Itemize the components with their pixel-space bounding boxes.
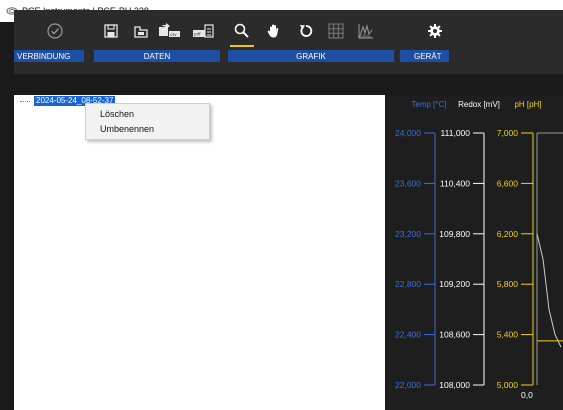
settings-gear-icon[interactable] — [422, 18, 448, 44]
tick-label: 6,600 — [497, 178, 519, 188]
context-menu: Löschen Umbenennen — [85, 103, 210, 140]
x-tick-label: 0,0 — [521, 390, 533, 400]
pan-hand-icon[interactable] — [261, 18, 287, 44]
group-label-device: GERÄT — [400, 50, 449, 62]
svg-text:pdf: pdf — [194, 32, 201, 37]
tick-label: 5,400 — [497, 330, 519, 340]
tick-label: 108,600 — [439, 330, 470, 340]
tick-label: 23,600 — [395, 178, 421, 188]
save-icon[interactable] — [98, 18, 124, 44]
tick-label: 5,000 — [497, 380, 519, 390]
axis-label-1: Redox [mV] — [458, 100, 500, 109]
menu-item-delete[interactable]: Löschen — [86, 107, 209, 122]
export-pdf-icon[interactable]: pdf — [188, 18, 218, 44]
tick-label: 108,000 — [439, 380, 470, 390]
tick-label: 111,000 — [441, 128, 471, 138]
zoom-icon[interactable] — [229, 18, 255, 47]
tick-label: 6,200 — [497, 229, 519, 239]
tick-label: 7,000 — [497, 128, 519, 138]
tick-label: 5,800 — [497, 279, 519, 289]
group-label-data: DATEN — [94, 50, 220, 62]
tick-label: 24,000 — [395, 128, 421, 138]
axis-label-0: Temp [°C] — [411, 100, 446, 109]
axis-label-2: pH [pH] — [514, 100, 541, 109]
svg-text:csv: csv — [170, 32, 177, 37]
tick-label: 22,000 — [395, 380, 421, 390]
ph-series-line — [536, 233, 562, 348]
tick-label: 109,200 — [439, 279, 470, 289]
file-tree-panel: 2024-05-24_08-52-37 — [14, 95, 385, 410]
connect-check-icon[interactable] — [42, 18, 68, 44]
tick-label: 110,400 — [440, 178, 470, 188]
tick-label: 109,800 — [439, 229, 470, 239]
tick-label: 22,400 — [395, 330, 421, 340]
tick-label: 23,200 — [395, 229, 421, 239]
group-label-connection: VERBINDUNG — [14, 50, 84, 62]
group-label-graphic: GRAFIK — [228, 50, 394, 62]
grid-icon[interactable] — [323, 18, 349, 44]
measurement-chart[interactable]: Temp [°C] 24,000 23,600 23,200 22,800 22,400 2… — [387, 95, 563, 410]
reset-view-icon[interactable] — [293, 18, 319, 44]
open-folder-icon[interactable] — [128, 18, 154, 44]
chart-panel: Temp [°C] 24,000 23,600 23,200 22,800 22,400 2… — [387, 95, 563, 410]
toolbar: csv pdf VERBINDUNG DATEN GRAFIK GERÄT — [14, 10, 563, 74]
tick-label: 22,800 — [395, 279, 421, 289]
tree-connector — [20, 101, 30, 102]
chart-icon[interactable] — [353, 18, 379, 44]
export-csv-icon[interactable]: csv — [154, 18, 184, 44]
menu-item-rename[interactable]: Umbenennen — [86, 122, 209, 137]
